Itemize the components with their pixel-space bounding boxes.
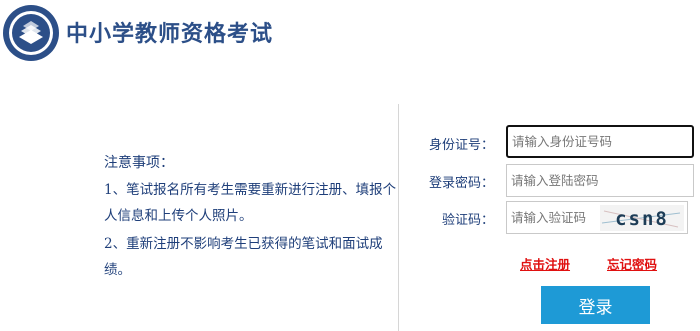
id-number-label: 身份证号：: [428, 138, 494, 153]
password-input[interactable]: [506, 164, 694, 197]
notice-title: 注意事项：: [104, 155, 174, 171]
id-number-input[interactable]: [506, 125, 694, 158]
forgot-password-link[interactable]: 忘记密码: [607, 254, 657, 273]
login-button[interactable]: 登录: [541, 286, 650, 324]
register-link[interactable]: 点击注册: [520, 254, 570, 273]
divider: [398, 104, 399, 331]
site-title: 中小学教师资格考试: [66, 22, 274, 47]
notice-item: 2、重新注册不影响考生已获得的笔试和面试成绩。: [104, 236, 383, 278]
captcha-image[interactable]: csn8: [600, 205, 684, 231]
logo-emblem-icon: [3, 5, 59, 61]
notice-item: 1、笔试报名所有考生需要重新进行注册、填报个人信息和上传个人照片。: [104, 182, 397, 224]
password-label: 登录密码：: [428, 176, 494, 191]
captcha-label: 验证码：: [441, 213, 494, 228]
header: 中小学教师资格考试: [0, 0, 700, 78]
captcha-text: csn8: [615, 208, 669, 230]
